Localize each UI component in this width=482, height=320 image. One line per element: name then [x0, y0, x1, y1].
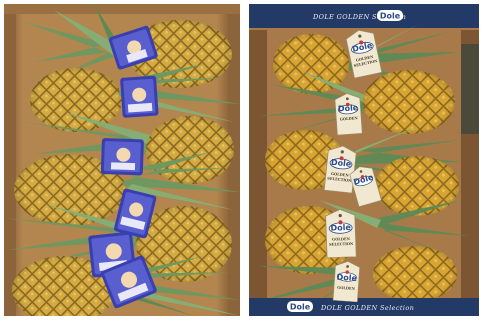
photo-right-canvas: DOLE GOLDEN Selection Dole Dole DOLE GOL…	[249, 4, 479, 316]
box-left-wall	[4, 4, 16, 316]
hang-tag-dole-golden-selection: Dole GOLDEN SELECTION	[323, 144, 358, 194]
photo-left-canvas	[4, 4, 240, 316]
tag-dole-logo: Dole	[330, 223, 351, 233]
box-banner-bottom: Dole DOLE GOLDEN Selection	[249, 298, 479, 316]
tag-dole-logo: Dole	[336, 273, 357, 283]
photo-pineapples-box-left	[4, 4, 240, 316]
banner-dole-logo: Dole	[380, 12, 401, 21]
tag-dole-logo: Dole	[338, 103, 359, 113]
banner-dole-logo: Dole	[290, 303, 311, 312]
hang-tag-dole-golden-selection: Dole GOLDEN	[332, 260, 361, 303]
hang-tag	[120, 75, 159, 118]
box-banner-top: DOLE GOLDEN Selection Dole	[249, 4, 479, 28]
tag-line-1: GOLDEN	[332, 237, 351, 242]
box-left-wall	[249, 30, 267, 300]
box-top-edge	[4, 4, 240, 14]
banner-title: DOLE GOLDEN Selection	[320, 304, 414, 312]
hang-tag-dole-golden-selection: Dole GOLDEN	[334, 92, 363, 136]
photo-pineapples-box-right: DOLE GOLDEN Selection Dole Dole DOLE GOL…	[249, 4, 479, 316]
hang-tag	[100, 138, 144, 176]
hang-tag-dole-golden-selection: Dole GOLDEN SELECTION	[324, 208, 357, 258]
